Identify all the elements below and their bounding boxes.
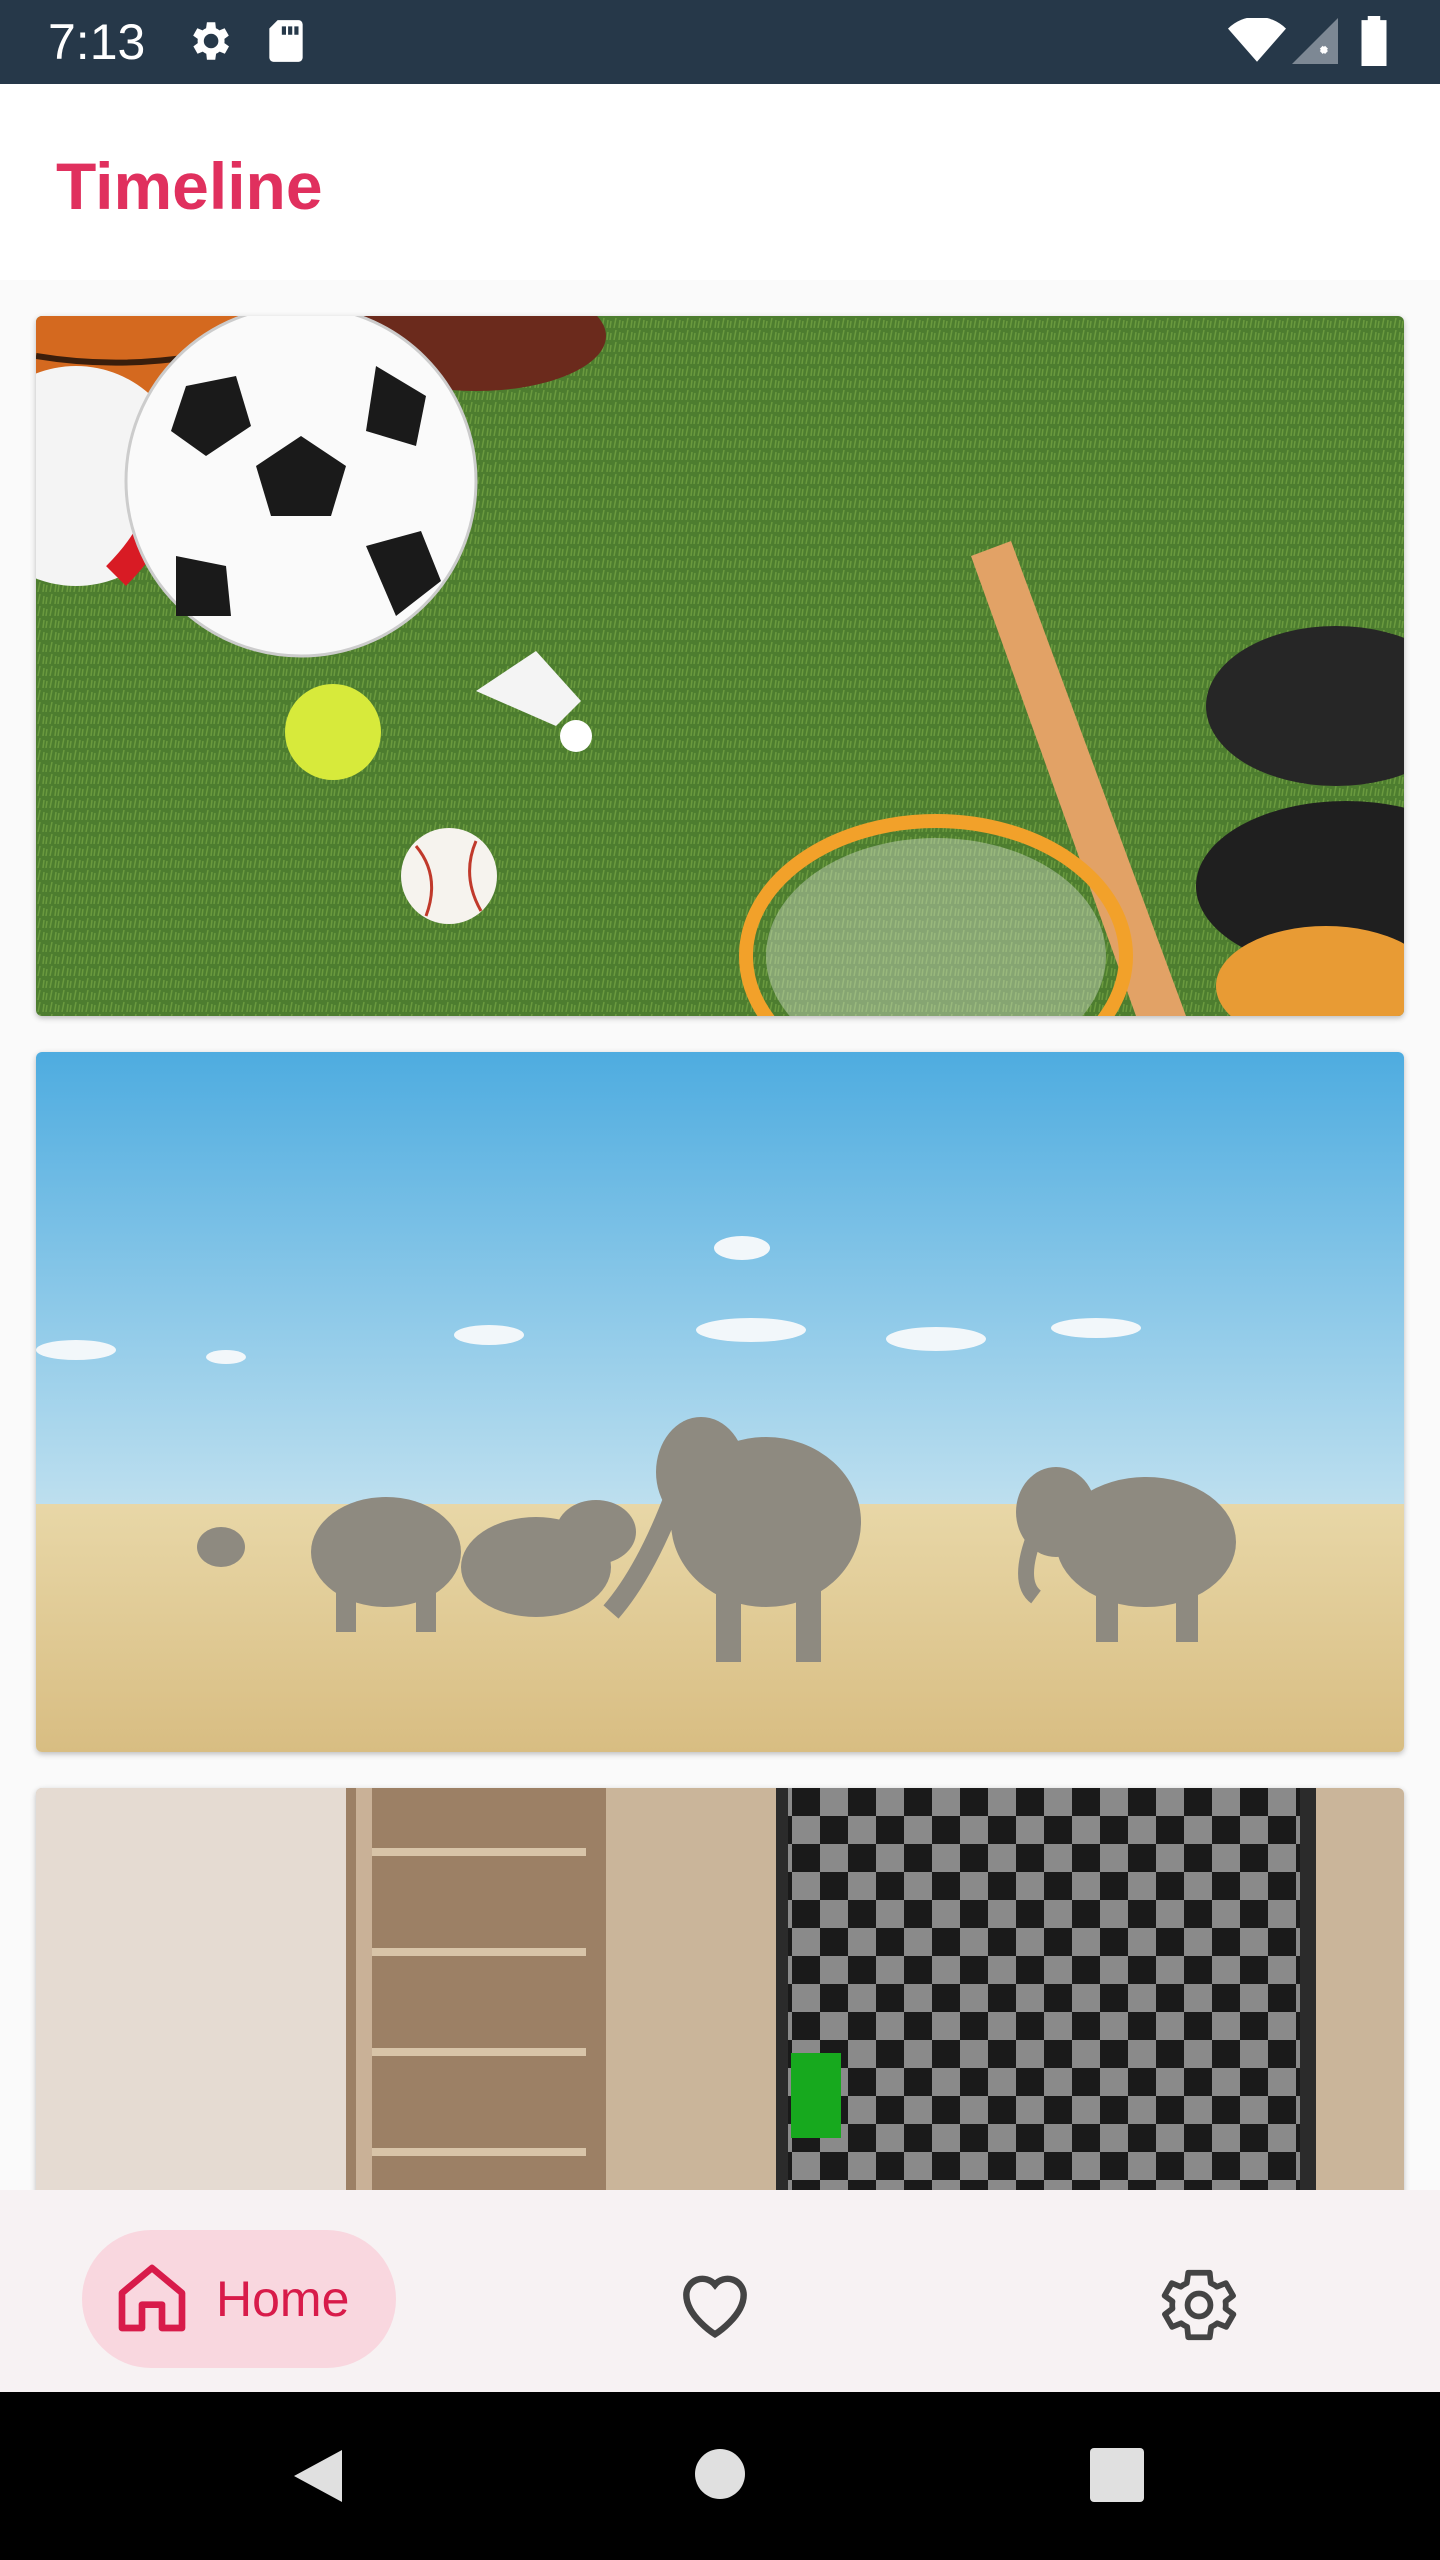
app-bar: Timeline [0, 84, 1440, 280]
settings-icon [193, 22, 229, 60]
home-circle-icon[interactable] [694, 2448, 746, 2500]
wifi-icon [1228, 18, 1286, 62]
heart-icon[interactable] [672, 2262, 758, 2342]
signal-icon [1292, 18, 1338, 64]
room-image [36, 1788, 1404, 2190]
timeline-feed[interactable] [0, 280, 1440, 2190]
timeline-card-sports[interactable] [36, 316, 1404, 1016]
nav-home-button[interactable]: Home [82, 2230, 396, 2368]
timeline-card-room[interactable] [36, 1788, 1404, 2190]
status-bar: 7:13 [0, 0, 1440, 84]
status-time: 7:13 [48, 14, 146, 70]
timeline-card-elephants[interactable] [36, 1052, 1404, 1752]
back-icon[interactable] [290, 2446, 346, 2506]
home-icon [118, 2264, 186, 2332]
sd-card-icon [269, 20, 303, 62]
bottom-navigation: Home [0, 2190, 1440, 2392]
recents-icon[interactable] [1090, 2448, 1144, 2502]
nav-home-label: Home [216, 2271, 350, 2327]
elephants-image [36, 1052, 1404, 1752]
system-navigation-bar [0, 2392, 1440, 2560]
battery-icon [1361, 16, 1387, 66]
sports-image [36, 316, 1404, 1016]
gear-icon[interactable] [1156, 2262, 1242, 2348]
page-title: Timeline [56, 149, 323, 223]
